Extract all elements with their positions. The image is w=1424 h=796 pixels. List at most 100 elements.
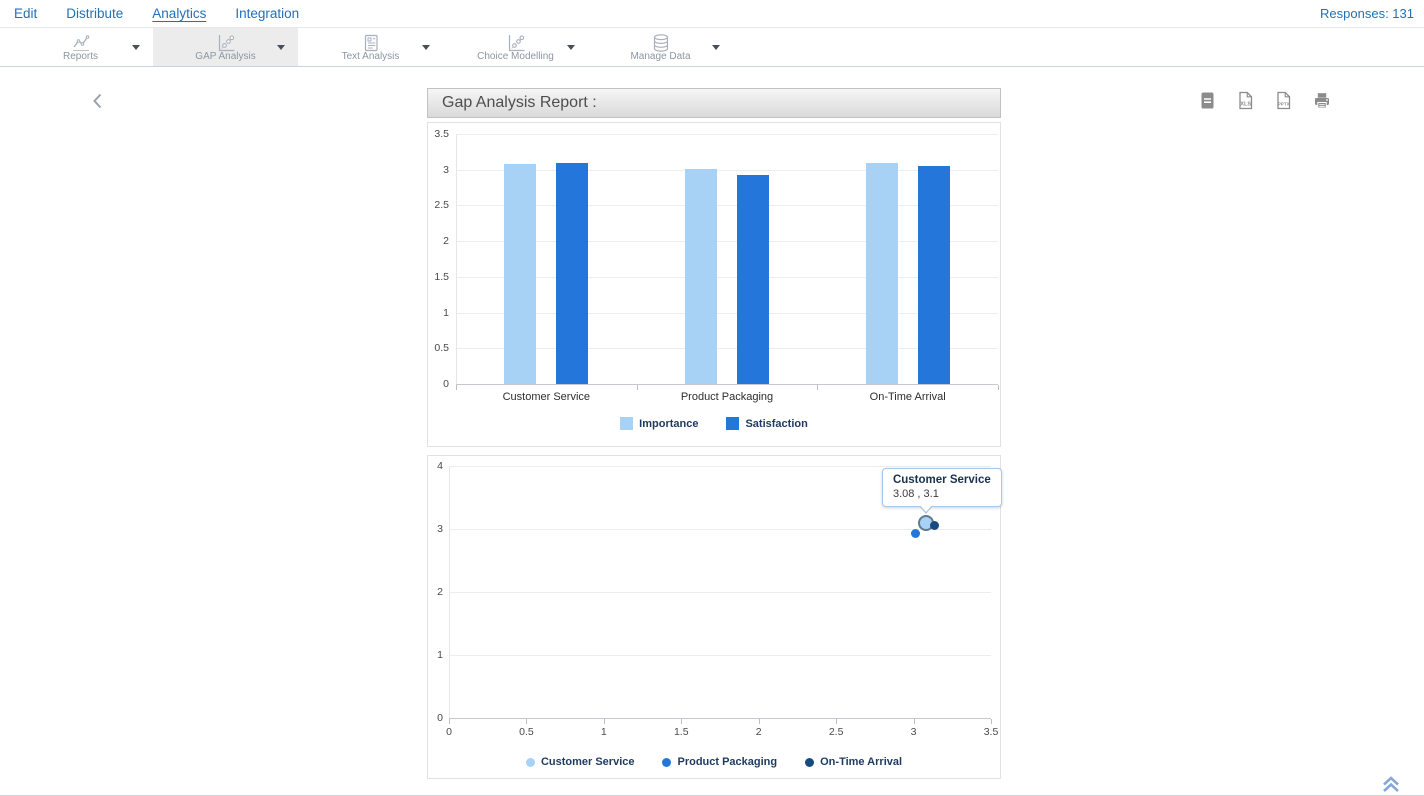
legend-dot xyxy=(662,758,671,767)
gridline xyxy=(449,529,991,530)
legend-label: Importance xyxy=(639,418,698,430)
bar-satisfaction[interactable] xyxy=(556,163,588,384)
y-tick-label: 1 xyxy=(428,307,449,319)
x-tick xyxy=(998,385,999,390)
legend-swatch xyxy=(726,417,739,430)
tooltip-title: Customer Service xyxy=(893,474,991,486)
doc-export-icon[interactable] xyxy=(1198,91,1217,110)
legend-item[interactable]: On-Time Arrival xyxy=(805,756,902,768)
y-axis-line xyxy=(456,134,457,384)
legend-label: Customer Service xyxy=(541,756,635,768)
x-tick-label: 3 xyxy=(899,726,929,738)
report-title-bar: Gap Analysis Report : xyxy=(427,88,1001,118)
toolbar-tab-label: GAP Analysis xyxy=(153,51,298,62)
y-tick-label: 2 xyxy=(428,235,449,247)
xls-export-icon[interactable]: XLS xyxy=(1236,91,1255,110)
x-category-label: Product Packaging xyxy=(637,391,817,403)
x-tick-label: 0.5 xyxy=(511,726,541,738)
y-tick-label: 0 xyxy=(428,378,449,390)
chart-tooltip: Customer Service 3.08 , 3.1 xyxy=(882,468,1002,507)
chevron-down-icon[interactable] xyxy=(132,45,140,50)
y-tick-label: 0 xyxy=(430,712,443,724)
x-tick-label: 0 xyxy=(434,726,464,738)
x-tick-label: 3.5 xyxy=(976,726,1006,738)
y-tick-label: 0.5 xyxy=(428,342,449,354)
scatter-chart-legend: Customer Service Product Packaging On-Time… xyxy=(428,756,1000,768)
y-tick-label: 1.5 xyxy=(428,271,449,283)
scatter-point[interactable] xyxy=(911,529,920,538)
y-tick-label: 4 xyxy=(430,460,443,472)
bar-chart-legend: Importance Satisfaction xyxy=(428,417,1000,430)
chevron-down-icon[interactable] xyxy=(277,45,285,50)
xls-label: XLS xyxy=(1240,102,1251,108)
x-tick xyxy=(759,719,760,724)
y-tick-label: 3 xyxy=(430,523,443,535)
nav-item-edit[interactable]: Edit xyxy=(14,6,37,21)
legend-item[interactable]: Customer Service xyxy=(526,756,635,768)
x-tick xyxy=(604,719,605,724)
x-tick xyxy=(456,385,457,390)
x-axis-line xyxy=(449,718,991,719)
legend-swatch xyxy=(620,417,633,430)
x-tick xyxy=(681,719,682,724)
gridline xyxy=(449,592,991,593)
bar-importance[interactable] xyxy=(866,163,898,384)
x-tick xyxy=(449,719,450,724)
toolbar-tab-gap-analysis[interactable]: GAP Analysis xyxy=(153,28,298,66)
pptx-label: PPTX xyxy=(1278,101,1291,106)
gridline xyxy=(456,134,998,135)
x-tick xyxy=(817,385,818,390)
toolbar-tab-reports[interactable]: Reports xyxy=(8,28,153,66)
toolbar-tab-manage-data[interactable]: Manage Data xyxy=(588,28,733,66)
x-tick xyxy=(836,719,837,724)
pptx-export-icon[interactable]: PPTX xyxy=(1274,91,1293,110)
legend-label: On-Time Arrival xyxy=(820,756,902,768)
tooltip-value: 3.08 , 3.1 xyxy=(893,488,991,500)
x-tick xyxy=(991,719,992,724)
y-tick-label: 2.5 xyxy=(428,199,449,211)
gridline xyxy=(449,655,991,656)
legend-dot xyxy=(526,758,535,767)
x-axis-line xyxy=(456,384,998,385)
legend-item[interactable]: Product Packaging xyxy=(662,756,777,768)
nav-item-distribute[interactable]: Distribute xyxy=(66,6,123,21)
y-axis-line xyxy=(449,466,450,718)
gridline xyxy=(449,466,991,467)
legend-dot xyxy=(805,758,814,767)
toolbar-tab-text-analysis[interactable]: Text Analysis xyxy=(298,28,443,66)
x-tick-label: 2.5 xyxy=(821,726,851,738)
chevron-down-icon[interactable] xyxy=(712,45,720,50)
legend-label: Satisfaction xyxy=(745,418,807,430)
toolbar-tab-choice-modelling[interactable]: Choice Modelling xyxy=(443,28,588,66)
top-navbar: Edit Distribute Analytics Integration Re… xyxy=(0,0,1424,28)
bar-satisfaction[interactable] xyxy=(737,175,769,384)
export-toolbar: XLS PPTX xyxy=(1198,91,1331,110)
y-tick-label: 2 xyxy=(430,586,443,598)
y-tick-label: 3.5 xyxy=(428,128,449,140)
back-chevron-button[interactable] xyxy=(91,92,105,115)
scroll-to-top-button[interactable] xyxy=(1381,775,1401,796)
app-window: Edit Distribute Analytics Integration Re… xyxy=(0,0,1424,796)
x-tick xyxy=(914,719,915,724)
main-menu: Edit Distribute Analytics Integration xyxy=(14,6,299,21)
x-tick-label: 1.5 xyxy=(666,726,696,738)
bar-importance[interactable] xyxy=(685,169,717,384)
legend-item[interactable]: Importance xyxy=(620,417,698,430)
chevron-down-icon[interactable] xyxy=(422,45,430,50)
legend-item[interactable]: Satisfaction xyxy=(726,417,807,430)
nav-item-integration[interactable]: Integration xyxy=(235,6,299,21)
report-title: Gap Analysis Report : xyxy=(442,94,597,111)
legend-label: Product Packaging xyxy=(677,756,777,768)
responses-count[interactable]: Responses: 131 xyxy=(1320,6,1414,21)
toolbar-tab-label: Text Analysis xyxy=(298,51,443,62)
nav-item-analytics[interactable]: Analytics xyxy=(152,6,206,21)
toolbar-tab-label: Manage Data xyxy=(588,51,733,62)
chevron-down-icon[interactable] xyxy=(567,45,575,50)
x-tick-label: 2 xyxy=(744,726,774,738)
bar-importance[interactable] xyxy=(504,164,536,384)
print-icon[interactable] xyxy=(1312,91,1331,110)
bar-chart-panel: 00.511.522.533.5Customer ServiceProduct … xyxy=(427,122,1001,447)
bar-satisfaction[interactable] xyxy=(918,166,950,384)
y-tick-label: 1 xyxy=(430,649,443,661)
analytics-toolbar: Reports GAP Analysis Text Analysis Choic… xyxy=(0,28,1424,67)
